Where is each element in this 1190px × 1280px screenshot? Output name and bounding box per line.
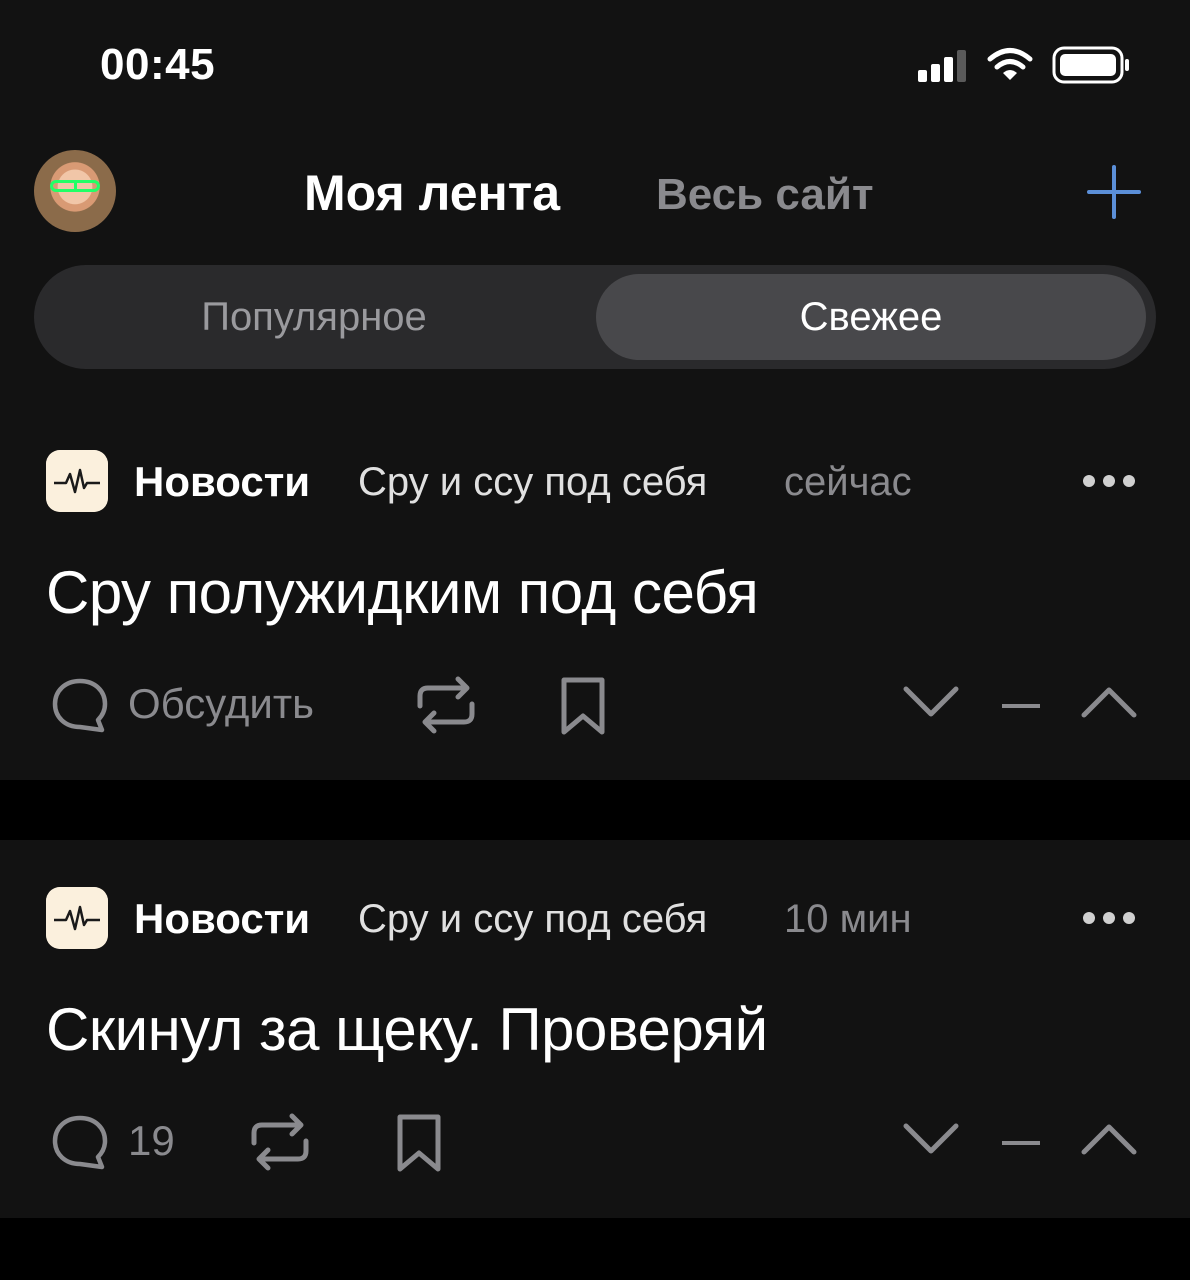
cellular-signal-icon xyxy=(918,50,966,82)
author-name[interactable]: Сру и ссу под себя xyxy=(358,460,707,505)
segment-fresh[interactable]: Свежее xyxy=(596,274,1146,360)
comment-count[interactable]: 19 xyxy=(128,1117,175,1165)
feed-sort-segmented-control: Популярное Свежее xyxy=(34,265,1156,369)
post-title[interactable]: Сру полужидким под себя xyxy=(46,558,759,627)
more-options-icon[interactable] xyxy=(1082,474,1136,488)
news-pulse-icon[interactable] xyxy=(46,887,108,949)
vote-up-icon[interactable] xyxy=(1080,1121,1138,1157)
discuss-button-label[interactable]: Обсудить xyxy=(128,680,314,728)
post-title[interactable]: Скинул за щеку. Проверяй xyxy=(46,995,768,1064)
add-post-button[interactable] xyxy=(1086,164,1142,220)
comment-icon[interactable] xyxy=(50,676,110,736)
vote-down-icon[interactable] xyxy=(902,684,960,720)
tab-whole-site[interactable]: Весь сайт xyxy=(656,170,874,220)
more-options-icon[interactable] xyxy=(1082,911,1136,925)
vote-up-icon[interactable] xyxy=(1080,684,1138,720)
bookmark-icon[interactable] xyxy=(556,676,610,736)
vote-down-icon[interactable] xyxy=(902,1121,960,1157)
battery-icon xyxy=(1052,46,1129,84)
author-name[interactable]: Сру и ссу под себя xyxy=(358,897,707,942)
news-pulse-icon[interactable] xyxy=(46,450,108,512)
repost-icon[interactable] xyxy=(246,1113,314,1171)
status-time: 00:45 xyxy=(100,40,216,89)
tab-my-feed[interactable]: Моя лента xyxy=(304,164,560,222)
post-card[interactable]: Новости Сру и ссу под себя сейчас Сру по… xyxy=(0,400,1190,780)
post-actions: Обсудить xyxy=(0,670,1190,740)
vote-score xyxy=(1002,1141,1040,1145)
post-time: 10 мин xyxy=(784,897,912,941)
community-name[interactable]: Новости xyxy=(134,895,310,943)
post-meta: Новости Сру и ссу под себя сейчас xyxy=(46,450,1146,514)
post-time: сейчас xyxy=(784,460,912,504)
post-card[interactable]: Новости Сру и ссу под себя 10 мин Скинул… xyxy=(0,840,1190,1218)
wifi-icon xyxy=(987,48,1033,80)
segment-popular[interactable]: Популярное xyxy=(34,265,594,369)
vote-score xyxy=(1002,704,1040,708)
bookmark-icon[interactable] xyxy=(392,1113,446,1173)
avatar-glasses-decoration xyxy=(50,180,100,192)
community-name[interactable]: Новости xyxy=(134,458,310,506)
post-meta: Новости Сру и ссу под себя 10 мин xyxy=(46,887,1146,951)
top-area: 00:45 Моя лента Весь сайт Популярное Све… xyxy=(0,0,1190,400)
user-avatar[interactable] xyxy=(34,150,116,232)
post-actions: 19 xyxy=(0,1107,1190,1177)
comment-icon[interactable] xyxy=(50,1113,110,1173)
repost-icon[interactable] xyxy=(412,676,480,734)
